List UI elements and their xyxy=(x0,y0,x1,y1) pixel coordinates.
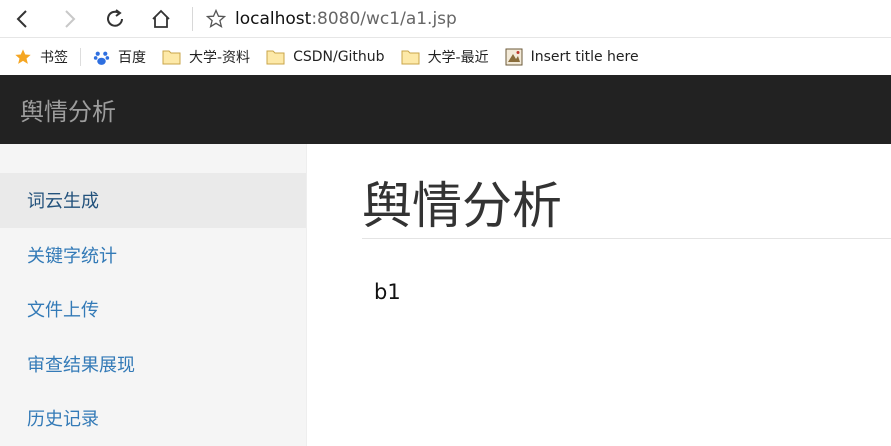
bookmarks-bar: 书签 百度 大学-资料 CSDN/Github 大学-最近 Insert tit… xyxy=(0,39,891,75)
sidebar-item-word-cloud[interactable]: 词云生成 xyxy=(0,173,306,228)
bookmark-label: 大学-资料 xyxy=(189,50,251,66)
sidebar-item-history[interactable]: 历史记录 xyxy=(0,391,306,446)
page-icon xyxy=(505,48,523,66)
bookmarks-divider xyxy=(80,48,81,66)
url-host: localhost xyxy=(235,8,312,29)
sidebar: 词云生成 关键字统计 文件上传 审查结果展现 历史记录 xyxy=(0,144,307,446)
folder-icon xyxy=(162,50,181,65)
bookmark-label: CSDN/Github xyxy=(293,49,385,65)
bookmark-label: Insert title here xyxy=(530,49,639,65)
page-title: 舆情分析 xyxy=(362,177,562,235)
bookmark-folder-university-recent[interactable]: 大学-最近 xyxy=(401,47,489,67)
bookmark-bookmarks[interactable]: 书签 xyxy=(14,47,68,67)
baidu-paw-icon xyxy=(93,51,110,65)
bookmark-label: 百度 xyxy=(118,50,146,66)
folder-icon xyxy=(266,50,285,65)
content-text: b1 xyxy=(374,280,401,304)
title-divider xyxy=(362,238,891,239)
bookmark-star-button[interactable] xyxy=(201,0,231,38)
star-icon xyxy=(15,49,31,64)
navbar-brand[interactable]: 舆情分析 xyxy=(20,92,116,127)
bookmark-folder-csdn-github[interactable]: CSDN/Github xyxy=(266,49,385,65)
sidebar-item-keyword-stats[interactable]: 关键字统计 xyxy=(0,228,306,283)
url-path: :8080/wc1/a1.jsp xyxy=(311,8,457,29)
star-outline-icon xyxy=(206,8,226,28)
address-bar[interactable]: localhost:8080/wc1/a1.jsp xyxy=(235,9,457,29)
back-button[interactable] xyxy=(0,0,46,38)
forward-arrow-icon xyxy=(65,9,76,28)
toolbar-divider xyxy=(192,6,193,31)
folder-icon xyxy=(401,50,420,65)
bookmark-baidu[interactable]: 百度 xyxy=(93,47,146,67)
reload-button[interactable] xyxy=(92,0,138,38)
bookmark-insert-title-here[interactable]: Insert title here xyxy=(505,48,639,66)
sidebar-item-review-results[interactable]: 审查结果展现 xyxy=(0,337,306,392)
home-button[interactable] xyxy=(138,0,184,38)
forward-button[interactable] xyxy=(46,0,92,38)
browser-toolbar: localhost:8080/wc1/a1.jsp xyxy=(0,0,891,38)
bookmark-folder-university-materials[interactable]: 大学-资料 xyxy=(162,47,250,67)
home-icon xyxy=(152,9,170,28)
sidebar-item-file-upload[interactable]: 文件上传 xyxy=(0,282,306,337)
reload-icon xyxy=(107,8,123,27)
bookmark-label: 书签 xyxy=(40,50,68,66)
main-content: 舆情分析 b1 xyxy=(307,144,891,446)
top-navbar: 舆情分析 xyxy=(0,75,891,144)
back-arrow-icon xyxy=(16,9,27,28)
bookmark-label: 大学-最近 xyxy=(427,50,489,66)
